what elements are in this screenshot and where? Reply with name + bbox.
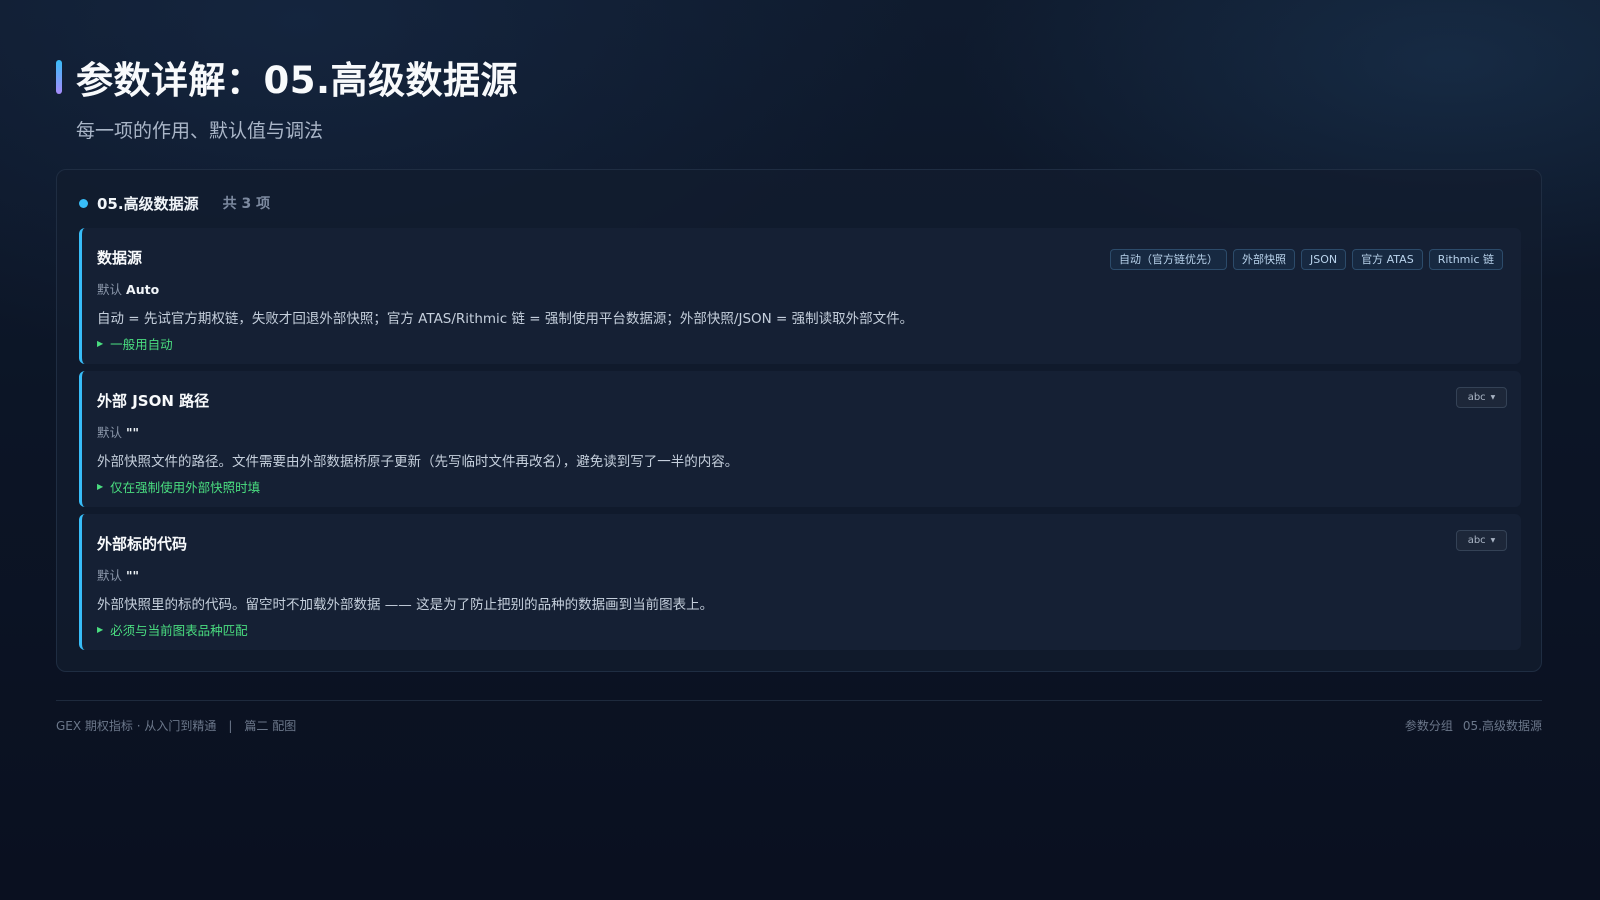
footer-section-label: 05.高级数据源	[1462, 719, 1542, 733]
parameter-card-external-symbol: 外部标的代码 默认 "" 外部快照里的标的代码。留空时不加载外部数据 —— 这是为…	[79, 514, 1521, 650]
footer-right: 参数分组 05.高级数据源	[1405, 717, 1542, 734]
group-dot-icon	[79, 198, 88, 208]
footer-series-title: GEX 期权指标 · 从入门到精通	[56, 719, 217, 733]
group-name: 05.高级数据源	[97, 194, 199, 213]
option-chips: 自动（官方链优先） 外部快照 JSON 官方 ATAS Rithmic 链	[1110, 249, 1503, 270]
group-header: 05.高级数据源 共 3 项	[79, 192, 270, 214]
title-accent-bar	[56, 60, 62, 94]
parameter-default: 默认 Auto	[97, 279, 159, 298]
parameter-tip: ▶ 必须与当前图表品种匹配	[97, 620, 248, 639]
tip-text: 仅在强制使用外部快照时填	[110, 480, 261, 495]
tip-arrow-icon: ▶	[97, 482, 104, 491]
parameter-description: 自动 = 先试官方期权链，失败才回退外部快照；官方 ATAS/Rithmic 链…	[97, 311, 914, 327]
footer-left: GEX 期权指标 · 从入门到精通 | 篇二 配图	[56, 717, 296, 734]
parameter-card-data-source: 数据源 默认 Auto 自动 = 先试官方期权链，失败才回退外部快照；官方 ATA…	[79, 228, 1521, 364]
footer-chapter: 篇二 配图	[244, 719, 297, 733]
footer-separator: |	[228, 719, 233, 733]
parameter-default: 默认 ""	[97, 565, 139, 584]
option-chip-auto[interactable]: 自动（官方链优先）	[1110, 249, 1228, 270]
parameter-description: 外部快照文件的路径。文件需要由外部数据桥原子更新（先写临时文件再改名），避免读到…	[97, 454, 739, 470]
default-value: ""	[126, 568, 140, 583]
type-dropdown[interactable]: abc ▼	[1456, 530, 1507, 551]
default-label: 默认	[97, 425, 123, 440]
chevron-down-icon: ▼	[1490, 394, 1496, 401]
parameter-name: 数据源	[97, 249, 143, 267]
type-label: abc	[1467, 392, 1486, 403]
parameter-description: 外部快照里的标的代码。留空时不加载外部数据 —— 这是为了防止把别的品种的数据画…	[97, 597, 714, 613]
title-row: 参数详解：05.高级数据源	[56, 52, 1546, 102]
tip-arrow-icon: ▶	[97, 625, 104, 634]
page-title: 参数详解：05.高级数据源	[76, 59, 519, 102]
parameter-tip: ▶ 一般用自动	[97, 334, 173, 353]
default-label: 默认	[97, 568, 123, 583]
parameter-name: 外部 JSON 路径	[97, 392, 210, 410]
option-chip-external-snapshot[interactable]: 外部快照	[1233, 249, 1296, 270]
page-subtitle: 每一项的作用、默认值与调法	[76, 120, 324, 142]
type-label: abc	[1467, 535, 1486, 546]
parameter-default: 默认 ""	[97, 422, 139, 441]
type-dropdown[interactable]: abc ▼	[1456, 387, 1507, 408]
tip-text: 必须与当前图表品种匹配	[110, 623, 248, 638]
parameter-name: 外部标的代码	[97, 535, 188, 553]
default-value: Auto	[126, 282, 160, 297]
group-item-count: 共 3 项	[222, 196, 271, 212]
chevron-down-icon: ▼	[1490, 537, 1496, 544]
default-label: 默认	[97, 282, 123, 297]
page-footer: GEX 期权指标 · 从入门到精通 | 篇二 配图 参数分组 05.高级数据源	[56, 717, 1542, 734]
option-chip-json[interactable]: JSON	[1301, 249, 1347, 270]
tip-arrow-icon: ▶	[97, 339, 104, 348]
parameter-group-panel: 05.高级数据源 共 3 项 数据源 默认 Auto 自动 = 先试官方期权链，失…	[56, 169, 1542, 672]
option-chip-rithmic[interactable]: Rithmic 链	[1428, 249, 1503, 270]
footer-group-label: 参数分组	[1404, 719, 1453, 733]
parameter-card-external-json-path: 外部 JSON 路径 默认 "" 外部快照文件的路径。文件需要由外部数据桥原子更新…	[79, 371, 1521, 507]
page-header: 参数详解：05.高级数据源 每一项的作用、默认值与调法	[56, 52, 1546, 143]
option-chip-official-atas[interactable]: 官方 ATAS	[1352, 249, 1423, 270]
tip-text: 一般用自动	[110, 337, 173, 352]
parameter-tip: ▶ 仅在强制使用外部快照时填	[97, 477, 260, 496]
default-value: ""	[126, 425, 140, 440]
footer-divider	[56, 700, 1542, 701]
